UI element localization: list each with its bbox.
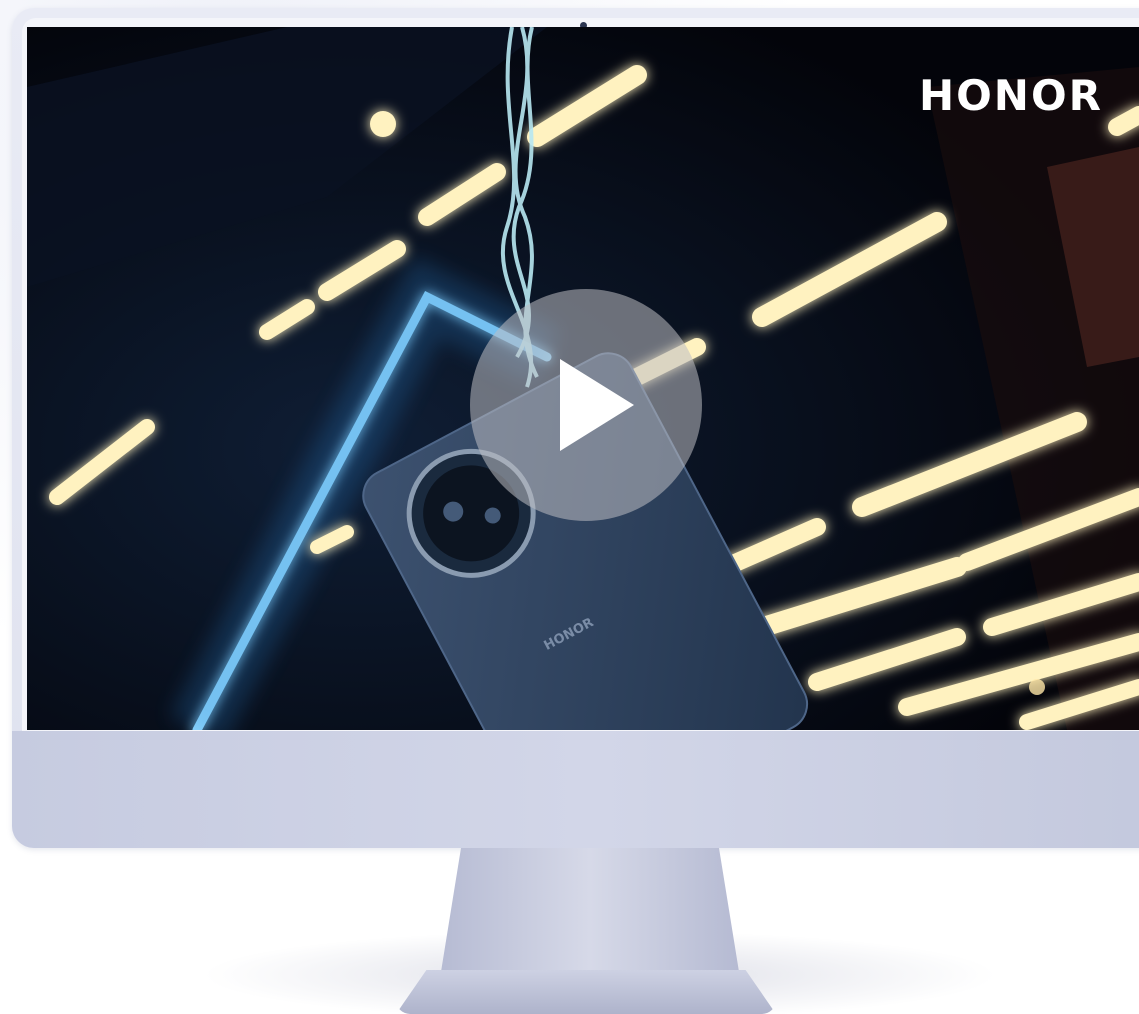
- brand-logo: HONOR: [918, 71, 1103, 120]
- ceiling-spot-small: [1029, 679, 1045, 695]
- monitor-stand: [440, 848, 740, 978]
- play-icon: [560, 359, 634, 451]
- page: HONOR HONOR: [0, 0, 1139, 1014]
- video-player[interactable]: HONOR HONOR: [27, 27, 1139, 730]
- play-button[interactable]: [470, 289, 702, 521]
- monitor-stand-base: [396, 970, 776, 1014]
- monitor-chin: [12, 731, 1139, 848]
- ceiling-spot: [370, 111, 396, 137]
